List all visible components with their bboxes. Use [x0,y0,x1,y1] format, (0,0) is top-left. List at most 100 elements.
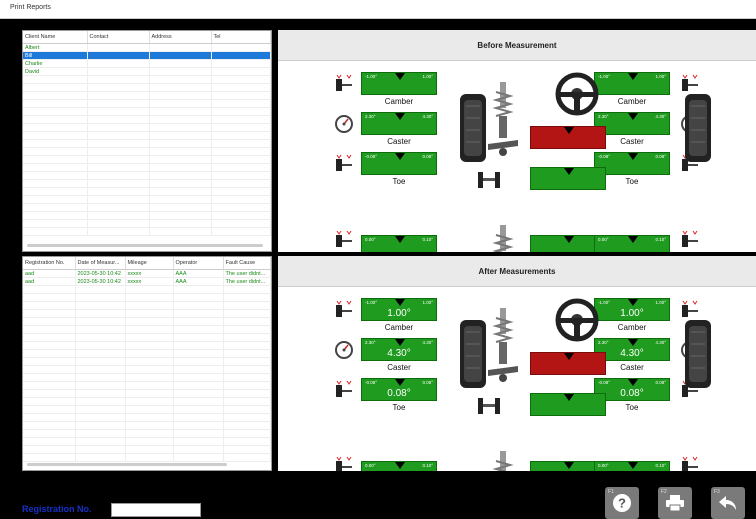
table-row[interactable] [23,341,271,350]
table-row[interactable] [23,91,271,100]
registrations-hscrollbar[interactable] [27,463,227,466]
table-row[interactable] [23,405,271,414]
table-row[interactable]: Bill [23,51,271,60]
table-row[interactable]: Albert [23,43,271,52]
measurement-label: Caster [387,363,411,372]
table-row[interactable] [23,445,271,454]
table-row[interactable] [23,219,271,228]
col-fault-cause[interactable]: Fault Cause [223,257,271,270]
table-cell [173,397,224,406]
table-row[interactable]: aad 2023-05-30 10:42 xxxxx AAA The user didn… [23,269,271,278]
table-cell [75,357,126,366]
table-row[interactable] [23,171,271,180]
table-cell [87,155,150,164]
table-row[interactable] [23,163,271,172]
table-row[interactable] [23,453,271,462]
col-operator[interactable]: Operator [173,257,224,270]
clients-grid[interactable]: Client Name Contact Address Tel Albert Bi… [22,30,272,252]
table-row[interactable] [23,147,271,156]
table-row[interactable] [23,123,271,132]
table-row[interactable] [23,389,271,398]
table-row[interactable] [23,203,271,212]
table-cell [173,429,224,438]
col-tel[interactable]: Tel [211,31,271,44]
table-cell [23,397,76,406]
table-row[interactable] [23,139,271,148]
table-row[interactable] [23,301,271,310]
table-row[interactable] [23,381,271,390]
registration-input[interactable] [111,503,201,517]
registration-label: Registration No. [22,504,92,514]
table-cell [125,445,174,454]
max-value: 0.08° [422,154,433,159]
table-cell: aad [23,269,76,278]
table-cell [87,91,150,100]
table-cell [149,211,212,220]
table-row[interactable] [23,397,271,406]
table-cell [75,381,126,390]
table-row[interactable] [23,131,271,140]
table-cell [75,421,126,430]
table-row[interactable] [23,325,271,334]
help-button[interactable]: F1 ? [605,487,639,519]
table-row[interactable] [23,187,271,196]
max-value: 1.00° [655,74,666,79]
col-registration-no[interactable]: Registration No. [23,257,76,270]
table-row[interactable] [23,285,271,294]
table-row[interactable] [23,357,271,366]
table-row[interactable] [23,107,271,116]
table-cell [75,325,126,334]
table-row[interactable]: aad 2023-05-30 10:42 xxxxx AAA The user didn… [23,277,271,286]
table-cell [223,341,271,350]
clients-hscrollbar[interactable] [27,244,263,247]
table-cell [87,171,150,180]
measurement-box [530,352,606,375]
table-row[interactable] [23,293,271,302]
print-button[interactable]: F2 [658,487,692,519]
back-button[interactable]: F3 [711,487,745,519]
table-row[interactable] [23,155,271,164]
table-row[interactable]: David [23,67,271,76]
col-mileage[interactable]: Mileage [125,257,174,270]
table-row[interactable] [23,99,271,108]
table-row[interactable] [23,309,271,318]
table-row[interactable] [23,373,271,382]
front-wheel-icon [458,318,488,395]
table-row[interactable] [23,195,271,204]
table-cell [211,163,271,172]
table-cell [75,293,126,302]
col-contact[interactable]: Contact [87,31,150,44]
table-row[interactable] [23,437,271,446]
table-cell [125,437,174,446]
table-row[interactable] [23,227,271,236]
table-row[interactable] [23,115,271,124]
table-row[interactable] [23,179,271,188]
col-address[interactable]: Address [149,31,212,44]
table-row[interactable] [23,75,271,84]
table-row[interactable]: Charlie [23,59,271,68]
table-cell [223,437,271,446]
table-row[interactable] [23,429,271,438]
table-row[interactable] [23,421,271,430]
table-row[interactable] [23,333,271,342]
table-cell: xxxxx [125,277,174,286]
registrations-grid[interactable]: Registration No. Date of Measur... Milea… [22,256,272,471]
table-cell [149,43,212,52]
min-value: -0.08° [365,380,378,385]
min-value: 2.30° [598,340,609,345]
table-row[interactable] [23,211,271,220]
table-cell [173,445,224,454]
table-cell [223,293,271,302]
col-date-of-measurement[interactable]: Date of Measur... [75,257,126,270]
printer-icon [666,495,684,512]
table-row[interactable] [23,349,271,358]
table-cell [23,163,88,172]
col-client-name[interactable]: Client Name [23,31,88,44]
table-row[interactable] [23,413,271,422]
table-row[interactable] [23,365,271,374]
table-row[interactable] [23,317,271,326]
table-row[interactable] [23,83,271,92]
table-cell [211,67,271,76]
table-cell [125,389,174,398]
table-cell [223,405,271,414]
